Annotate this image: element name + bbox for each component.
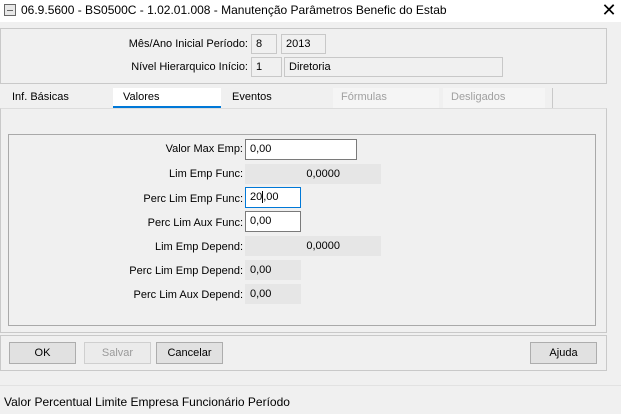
status-text: Valor Percentual Limite Empresa Funcioná… xyxy=(4,395,290,409)
level-label: Nível Hierarquico Início: xyxy=(131,61,248,73)
cancelar-button[interactable]: Cancelar xyxy=(156,342,223,364)
perc-lim-aux-func-input[interactable]: 0,00 xyxy=(245,211,301,232)
perc-lim-aux-depend-field: 0,00 xyxy=(245,284,301,304)
perc-lim-emp-depend-label: Perc Lim Emp Depend: xyxy=(129,265,243,277)
level-name-field: Diretoria xyxy=(284,57,503,77)
perc-lim-emp-func-value-part1: 20 xyxy=(250,191,263,203)
values-group xyxy=(8,134,596,326)
ajuda-button[interactable]: Ajuda xyxy=(530,342,597,364)
ok-button[interactable]: OK xyxy=(9,342,76,364)
window-title: 06.9.5600 - BS0500C - 1.02.01.008 - Manu… xyxy=(21,3,447,17)
period-month-field: 8 xyxy=(251,34,277,54)
tab-eventos[interactable]: Eventos xyxy=(224,88,330,108)
tab-strip-end xyxy=(545,88,553,108)
level-code-field: 1 xyxy=(251,57,282,77)
valor-max-emp-input[interactable]: 0,00 xyxy=(245,139,357,160)
perc-lim-emp-func-input[interactable]: 20,00 xyxy=(245,187,301,208)
tab-inf-basicas[interactable]: Inf. Básicas xyxy=(4,88,104,108)
period-label: Mês/Ano Inicial Período: xyxy=(128,38,248,50)
lim-emp-depend-label: Lim Emp Depend: xyxy=(154,241,243,253)
tab-formulas: Fórmulas xyxy=(333,88,439,108)
tab-desligados: Desligados xyxy=(443,88,545,108)
perc-lim-emp-depend-field: 0,00 xyxy=(245,260,301,280)
period-year-field: 2013 xyxy=(281,34,326,54)
lim-emp-func-label: Lim Emp Func: xyxy=(169,168,243,180)
perc-lim-emp-func-label: Perc Lim Emp Func: xyxy=(143,193,243,205)
perc-lim-aux-func-label: Perc Lim Aux Func: xyxy=(147,217,243,229)
tab-valores[interactable]: Valores xyxy=(113,88,221,108)
perc-lim-emp-func-value-part2: ,00 xyxy=(263,191,279,203)
lim-emp-func-field: 0,0000 xyxy=(245,164,381,184)
lim-emp-depend-field: 0,0000 xyxy=(245,236,381,256)
salvar-button: Salvar xyxy=(84,342,151,364)
valor-max-emp-label: Valor Max Emp: xyxy=(165,143,243,155)
close-icon[interactable]: ✕ xyxy=(597,0,621,22)
app-icon xyxy=(4,4,16,16)
perc-lim-aux-depend-label: Perc Lim Aux Depend: xyxy=(133,289,243,301)
